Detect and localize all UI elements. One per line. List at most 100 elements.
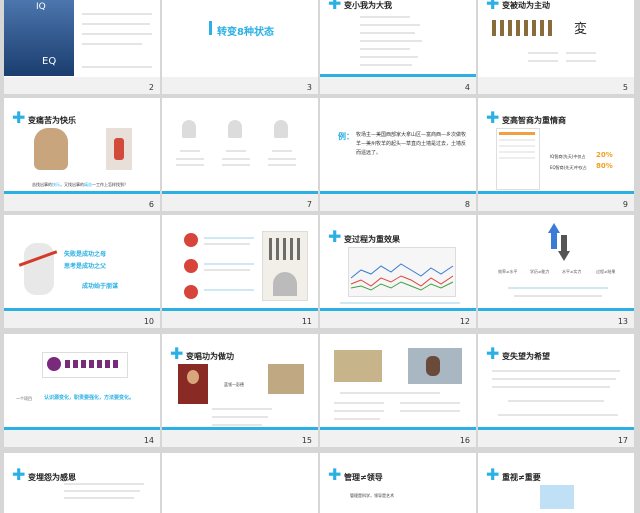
slide-number: 17 <box>617 436 628 445</box>
slide-title: 变小我为大我 <box>344 1 392 10</box>
slide-title: 转变8种状态 <box>217 27 274 38</box>
evolution-image <box>492 20 552 36</box>
slide-thumbnail-2[interactable]: IQ EQ 2 <box>4 0 160 94</box>
tsinghua-logo <box>42 352 128 378</box>
slide-number: 3 <box>306 83 312 92</box>
eq-label: EQ智商(先天)中仅占 <box>550 165 587 170</box>
slide-thumbnail-11[interactable]: 11 <box>162 215 318 328</box>
slide-thumbnail-14[interactable]: 一个项目 认识源变化，职责要强化，方法要变化。 14 <box>4 334 160 447</box>
eq-label: EQ <box>42 56 57 67</box>
figure-icon <box>274 120 288 138</box>
plus-icon: ✚ <box>486 0 500 13</box>
slide-title: 例： <box>338 132 354 141</box>
label-1: 效率≠水平 <box>498 269 518 274</box>
slide-body: 管理是科学，领导是艺术 <box>350 493 394 498</box>
slide-thumbnail-20[interactable]: ✚ 管理≠领导 管理是科学，领导是艺术 <box>320 453 476 513</box>
label-4: 过程≠结果 <box>596 269 616 274</box>
figure-icon <box>182 120 196 138</box>
slide-title: 变埋怨为感恩 <box>28 473 76 482</box>
figure-icon <box>228 120 242 138</box>
slide-number: 13 <box>617 317 628 326</box>
slide-title: 变失望为希望 <box>502 352 550 361</box>
person-icon <box>184 285 198 299</box>
person-icon <box>184 259 198 273</box>
iq-label: IQ智商(先天)中仅占 <box>550 154 586 159</box>
label-2: 学历≠能力 <box>530 269 550 274</box>
slide-number: 10 <box>143 317 154 326</box>
person-icon <box>184 233 198 247</box>
slide-number: 14 <box>143 436 154 445</box>
slide-thumbnail-13[interactable]: 效率≠水平 学历≠能力 水平≠实力 过程≠结果 13 <box>478 215 634 328</box>
slide-thumbnail-6[interactable]: ✚ 变痛苦为快乐 苦找出事的快乐，又找出事的痛苦—工作上怎样找到？ 6 <box>4 98 160 211</box>
slide-title: 变唱功为做功 <box>186 352 234 361</box>
plus-icon: ✚ <box>328 465 342 484</box>
calligraphy-image <box>262 231 308 301</box>
scene-photo <box>268 364 304 394</box>
slide-thumbnail-15[interactable]: ✚ 变唱功为做功 蓝领—彭德 15 <box>162 334 318 447</box>
slide-title: 重视≠重要 <box>502 473 541 482</box>
slide-number: 8 <box>464 200 470 209</box>
photo-right <box>408 348 462 384</box>
slide-number: 9 <box>622 200 628 209</box>
slide-prefix: 一个项目 <box>16 396 32 401</box>
calligraphy-image: 変 <box>574 22 588 37</box>
smile-photo <box>106 128 132 170</box>
image-placeholder <box>540 485 574 509</box>
slide-number: 12 <box>459 317 470 326</box>
slide-number: 11 <box>301 317 312 326</box>
line-three: 成功始于朋谋 <box>82 283 119 290</box>
slide-number: 16 <box>459 436 470 445</box>
slide-thumbnail-3[interactable]: 转变8种状态 3 <box>162 0 318 94</box>
plus-icon: ✚ <box>328 0 342 13</box>
person-name: 蓝领—彭德 <box>224 382 244 387</box>
slide-number: 5 <box>622 83 628 92</box>
slide-title: 变过程为重效果 <box>344 235 400 244</box>
slide-thumbnail-12[interactable]: ✚ 变过程为重效果 12 <box>320 215 476 328</box>
iq-label: IQ <box>36 2 46 12</box>
slide-title: 变被动为主动 <box>502 1 550 10</box>
slide-thumbnail-9[interactable]: ✚ 变高智商为重情商 IQ智商(先天)中仅占 20% EQ智商(先天)中仅占 8… <box>478 98 634 211</box>
plus-icon: ✚ <box>486 465 500 484</box>
slide-number: 2 <box>148 83 154 92</box>
arrow-up-icon <box>548 223 560 233</box>
slide-title: 变高智商为重情商 <box>502 116 566 125</box>
plus-icon: ✚ <box>486 108 500 127</box>
line-one: 失败是成功之母 <box>64 251 107 258</box>
plus-icon: ✚ <box>170 344 184 363</box>
archer-image <box>18 243 58 295</box>
plus-icon: ✚ <box>12 108 26 127</box>
slide-thumbnail-17[interactable]: ✚ 变失望为希望 17 <box>478 334 634 447</box>
slide-thumbnail-7[interactable]: 7 <box>162 98 318 211</box>
slide-title: 变痛苦为快乐 <box>28 116 76 125</box>
plus-icon: ✚ <box>486 344 500 363</box>
line-two: 思考是成功之父 <box>64 263 107 270</box>
slide-thumbnail-18[interactable]: ✚ 变埋怨为感恩 <box>4 453 160 513</box>
slide-number: 7 <box>306 200 312 209</box>
slide-number: 15 <box>301 436 312 445</box>
slide-thumbnail-19[interactable] <box>162 453 318 513</box>
slide-tagline: 认识源变化，职责要强化，方法要变化。 <box>44 395 135 401</box>
plus-icon: ✚ <box>12 465 26 484</box>
face-photo <box>34 128 68 170</box>
eq-value: 80% <box>596 162 613 170</box>
slide-title: 管理≠领导 <box>344 473 383 482</box>
iq-value: 20% <box>596 151 613 159</box>
label-3: 水平≠实力 <box>562 269 582 274</box>
photo-left <box>334 350 382 382</box>
document-image <box>496 128 540 190</box>
slide-sorter-grid: IQ EQ 2 转变8种状态 3 ✚ 变小我为大我 4 ✚ 变被动为主动 変 5… <box>0 0 640 513</box>
slide-thumbnail-8[interactable]: 例： 牧场主—美国西部家大拿山区—富商西—乡次做牧羊—美州牧羊的起头—草直向土墙… <box>320 98 476 211</box>
slide-body: 牧场主—美国西部家大拿山区—富商西—乡次做牧羊—美州牧羊的起头—草直向土墙是过去… <box>356 132 467 156</box>
slide-thumbnail-4[interactable]: ✚ 变小我为大我 4 <box>320 0 476 94</box>
slide-number: 4 <box>464 83 470 92</box>
plus-icon: ✚ <box>328 227 342 246</box>
slide-thumbnail-16[interactable]: 16 <box>320 334 476 447</box>
slide-thumbnail-5[interactable]: ✚ 变被动为主动 変 5 <box>478 0 634 94</box>
line-chart-image <box>348 247 456 297</box>
slide-thumbnail-21[interactable]: ✚ 重视≠重要 <box>478 453 634 513</box>
slide-caption: 苦找出事的快乐，又找出事的痛苦—工作上怎样找到？ <box>32 182 128 187</box>
arrow-down-icon <box>558 251 570 261</box>
person-photo <box>178 364 208 404</box>
slide-number: 6 <box>148 200 154 209</box>
slide-thumbnail-10[interactable]: 失败是成功之母 思考是成功之父 成功始于朋谋 10 <box>4 215 160 328</box>
